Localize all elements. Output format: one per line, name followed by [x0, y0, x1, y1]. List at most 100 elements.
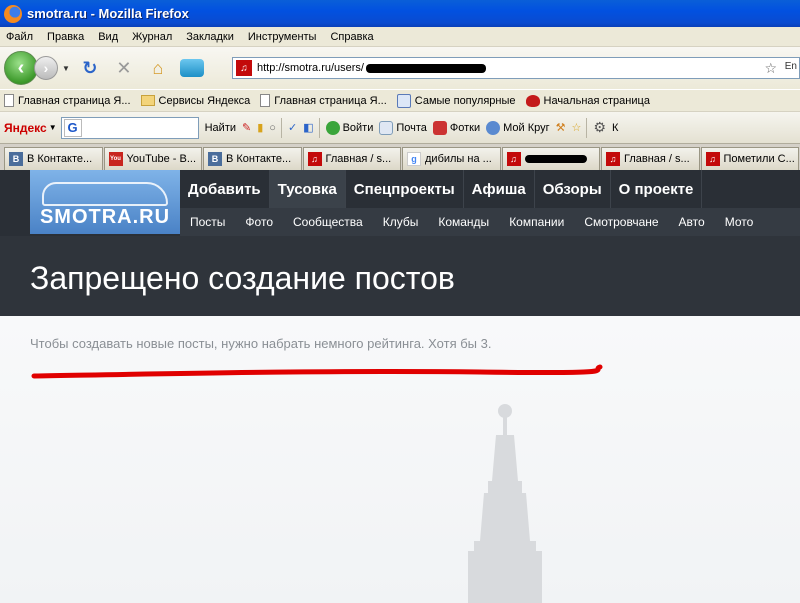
vk-icon: В: [9, 152, 23, 166]
tab-bar: ВВ Контакте... You YouTube - B... ВВ Конт…: [0, 143, 800, 170]
google-icon: g: [407, 152, 421, 166]
menu-bookmarks[interactable]: Закладки: [186, 31, 234, 43]
bookmark-star-icon[interactable]: ☆: [572, 121, 582, 134]
login-icon: [325, 120, 340, 135]
doc-icon: [260, 94, 271, 107]
bookmark-item[interactable]: Главная страница Я...: [4, 94, 131, 107]
subnav-posts[interactable]: Посты: [190, 215, 225, 229]
pen-icon[interactable]: ✎: [242, 121, 251, 134]
site-sub-nav: Посты Фото Сообщества Клубы Команды Комп…: [180, 208, 800, 236]
subnav-communities[interactable]: Сообщества: [293, 215, 363, 229]
url-text[interactable]: http://smotra.ru/users/: [257, 62, 364, 74]
nav-about[interactable]: О проекте: [611, 170, 703, 208]
tower-background-image: [468, 404, 542, 603]
bookmark-item[interactable]: Самые популярные: [396, 93, 516, 108]
back-button[interactable]: ‹: [4, 51, 38, 85]
signal-icon[interactable]: ▮: [257, 121, 263, 134]
site-logo-text: SMOTRA.RU: [39, 206, 171, 228]
browser-tab[interactable]: ♫ Главная / s...: [302, 147, 401, 170]
site-header: SMOTRA.RU Добавить Тусовка Спецпроекты А…: [0, 170, 800, 236]
browser-tab[interactable]: ♫ Пометили С...: [700, 147, 799, 170]
chat-icon[interactable]: ○: [269, 122, 276, 134]
photos-button[interactable]: Фотки: [432, 120, 480, 135]
nav-reviews[interactable]: Обзоры: [535, 170, 611, 208]
folder-icon: [140, 95, 155, 106]
menu-help[interactable]: Справка: [330, 31, 373, 43]
menu-view[interactable]: Вид: [98, 31, 118, 43]
stop-icon[interactable]: ✕: [110, 54, 138, 82]
addon-icon[interactable]: [179, 59, 204, 77]
menu-bar: Файл Правка Вид Журнал Закладки Инструме…: [0, 27, 800, 47]
menu-tools[interactable]: Инструменты: [248, 31, 317, 43]
toolbar-separator: [280, 117, 282, 138]
subnav-clubs[interactable]: Клубы: [383, 215, 419, 229]
nav-party[interactable]: Тусовка: [269, 170, 346, 208]
home-icon[interactable]: ⌂: [144, 54, 172, 82]
subnav-photo[interactable]: Фото: [245, 215, 273, 229]
navigation-toolbar: ‹ › ▼ ↻ ✕ ⌂ ♫ http://smotra.ru/users/ ☆ …: [0, 47, 800, 89]
gear-icon[interactable]: ⚙: [593, 119, 606, 136]
nav-add[interactable]: Добавить: [180, 170, 270, 208]
menu-edit[interactable]: Правка: [47, 31, 84, 43]
page-title-area: Запрещено создание постов: [0, 236, 800, 316]
nav-afisha[interactable]: Афиша: [464, 170, 535, 208]
yandex-search-input[interactable]: G: [60, 116, 199, 139]
subnav-members[interactable]: Смотровчане: [584, 215, 658, 229]
yandex-toolbar: Яндекс ▼ G Найти ✎ ▮ ○ ✓ ◧ Войти Почта Ф…: [0, 111, 800, 143]
menu-history[interactable]: Журнал: [132, 31, 172, 43]
bookmark-item[interactable]: Главная страница Я...: [260, 94, 387, 107]
bookmarks-toolbar: Главная страница Я... Сервисы Яндекса Гл…: [0, 89, 800, 111]
mail-button[interactable]: Почта: [379, 120, 427, 135]
reload-icon[interactable]: ↻: [76, 54, 104, 82]
browser-tab[interactable]: ВВ Контакте...: [4, 147, 103, 170]
bookmark-star-icon[interactable]: ☆: [764, 60, 777, 77]
toolbar-separator: [318, 117, 320, 138]
find-button[interactable]: Найти: [205, 122, 236, 134]
circle-icon: [486, 120, 501, 135]
spellcheck-icon[interactable]: ✓: [288, 121, 297, 134]
subnav-teams[interactable]: Команды: [438, 215, 489, 229]
page-content: Чтобы создавать новые посты, нужно набра…: [0, 316, 800, 603]
nav-special-projects[interactable]: Спецпроекты: [346, 170, 464, 208]
browser-tab[interactable]: g дибилы на ...: [402, 147, 501, 170]
bookmark-item[interactable]: Сервисы Яндекса: [140, 95, 250, 107]
url-bar[interactable]: ♫ http://smotra.ru/users/ ☆ En: [232, 57, 800, 79]
smotra-icon: ♫: [506, 152, 521, 166]
subnav-moto[interactable]: Мото: [725, 215, 754, 229]
search-icon: [396, 93, 411, 108]
more-button[interactable]: К: [612, 122, 618, 134]
browser-tab[interactable]: ♫ Главная / s...: [601, 147, 700, 170]
smotra-icon: ♫: [606, 152, 620, 166]
browser-tab[interactable]: ♫: [501, 147, 600, 170]
translate-icon[interactable]: ◧: [303, 121, 313, 134]
redacted-mark: [524, 155, 587, 163]
yandex-dropdown-icon[interactable]: ▼: [49, 123, 57, 132]
vk-icon: В: [208, 152, 222, 166]
car-logo-icon: [42, 182, 168, 206]
site-main-nav: Добавить Тусовка Спецпроекты Афиша Обзор…: [180, 170, 703, 208]
rating-message: Чтобы создавать новые посты, нужно набра…: [30, 336, 492, 351]
history-dropdown-icon[interactable]: ▼: [62, 64, 70, 73]
page-title: Запрещено создание постов: [30, 260, 455, 296]
firefox-logo-icon: [4, 4, 22, 23]
language-indicator[interactable]: En: [785, 61, 797, 72]
red-underline-mark: [31, 364, 603, 379]
subnav-auto[interactable]: Авто: [679, 215, 705, 229]
login-button[interactable]: Войти: [325, 120, 373, 135]
google-icon[interactable]: G: [63, 118, 82, 137]
bookmark-item[interactable]: Начальная страница: [525, 94, 650, 107]
photos-icon: [432, 120, 447, 135]
subnav-companies[interactable]: Компании: [509, 215, 564, 229]
forward-button[interactable]: ›: [34, 56, 58, 80]
browser-tab[interactable]: You YouTube - B...: [103, 147, 202, 170]
toolbar-separator: [586, 117, 588, 138]
site-logo[interactable]: SMOTRA.RU: [30, 170, 180, 234]
tools-icon[interactable]: ⚒: [556, 121, 566, 134]
my-circle-button[interactable]: Мой Круг: [486, 120, 550, 135]
window-titlebar: smotra.ru - Mozilla Firefox: [0, 0, 800, 27]
doc-icon: [4, 94, 14, 107]
browser-tab[interactable]: ВВ Контакте...: [203, 147, 302, 170]
yandex-logo[interactable]: Яндекс: [4, 121, 47, 135]
menu-file[interactable]: Файл: [6, 31, 33, 43]
youtube-icon: You: [108, 152, 123, 166]
